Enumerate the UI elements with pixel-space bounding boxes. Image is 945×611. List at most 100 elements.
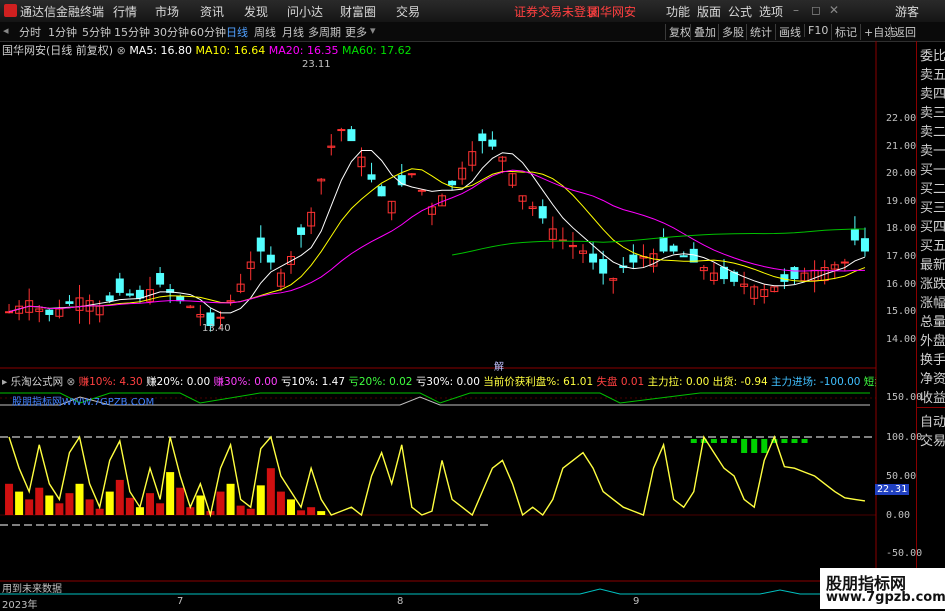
window-stock-name: 国华网安 bbox=[588, 5, 637, 19]
watermark: 股朋指标网 www.7gpzb.com bbox=[820, 568, 945, 609]
menu-quotes[interactable]: 行情 bbox=[113, 3, 137, 20]
side-item[interactable]: 卖四 bbox=[920, 83, 945, 102]
side-item[interactable]: 涨跌 bbox=[920, 273, 945, 292]
side-item[interactable]: 卖三 bbox=[920, 102, 945, 121]
maximize-icon[interactable]: ◻ bbox=[811, 3, 821, 17]
indicator-name[interactable]: 乐淘公式网 bbox=[11, 376, 64, 388]
settings-icon[interactable]: ⊗ bbox=[66, 376, 75, 388]
candles bbox=[5, 126, 869, 332]
side-item[interactable]: 买二 bbox=[920, 178, 945, 197]
side-item[interactable]: 买一 bbox=[920, 159, 945, 178]
side-item[interactable]: 卖一 bbox=[920, 140, 945, 159]
price-tick: 16.00 bbox=[886, 279, 917, 290]
indicator-bar bbox=[85, 499, 94, 515]
candle-body bbox=[337, 129, 346, 132]
menu-wealth[interactable]: 财富圈 bbox=[340, 3, 376, 20]
btn-stats[interactable]: 统计 bbox=[746, 24, 772, 40]
btn-f10[interactable]: F10 bbox=[804, 24, 828, 37]
sell-signal-bar bbox=[741, 439, 748, 453]
candle-body bbox=[448, 180, 457, 186]
indicator-bar bbox=[5, 483, 14, 515]
side-item[interactable]: 买五 bbox=[920, 235, 945, 254]
candle-body bbox=[65, 301, 74, 304]
ma20-label: MA20: 16.35 bbox=[268, 44, 339, 57]
menu-trade[interactable]: 交易 bbox=[396, 3, 420, 20]
side-item[interactable]: 净资 bbox=[920, 368, 945, 387]
btn-draw[interactable]: 画线 bbox=[775, 24, 801, 40]
period-week[interactable]: 周线 bbox=[254, 24, 276, 40]
side-item[interactable]: 买三 bbox=[920, 197, 945, 216]
moving-averages bbox=[8, 150, 866, 314]
period-tick[interactable]: 分时 bbox=[19, 24, 41, 40]
menu-market[interactable]: 市场 bbox=[155, 3, 179, 20]
period-more[interactable]: 更多 bbox=[345, 24, 367, 40]
period-month[interactable]: 月线 bbox=[282, 24, 304, 40]
btn-adjust[interactable]: 复权 bbox=[665, 24, 691, 40]
more-dropdown-icon[interactable]: ▾ bbox=[370, 24, 376, 37]
side-item[interactable]: 卖五 bbox=[920, 64, 945, 83]
indicator-bar bbox=[297, 510, 306, 515]
side-item[interactable]: 委比 bbox=[920, 45, 945, 64]
indicator-bar bbox=[146, 493, 155, 515]
price-tick: 14.00 bbox=[886, 334, 917, 345]
side-item[interactable]: 换手 bbox=[920, 349, 945, 368]
app-logo-icon bbox=[4, 4, 17, 17]
menu-news[interactable]: 资讯 bbox=[200, 3, 224, 20]
indicator-value: 当前价获利盘%: 61.01 bbox=[483, 376, 597, 388]
side-auto[interactable]: 自动 bbox=[920, 411, 945, 430]
side-trade[interactable]: 交易 bbox=[920, 430, 945, 449]
period-5min[interactable]: 5分钟 bbox=[82, 24, 111, 40]
period-60min[interactable]: 60分钟 bbox=[190, 24, 226, 40]
settings-icon[interactable]: ⊗ bbox=[117, 44, 126, 57]
indicator-bar bbox=[115, 479, 124, 515]
side-item[interactable]: 外盘 bbox=[920, 330, 945, 349]
menu-discover[interactable]: 发现 bbox=[244, 3, 268, 20]
side-item[interactable]: 卖二 bbox=[920, 121, 945, 140]
ma5-label: MA5: 16.80 bbox=[129, 44, 193, 57]
minimize-icon[interactable]: – bbox=[793, 3, 799, 17]
login-warning[interactable]: 证券交易未登录 bbox=[514, 3, 598, 20]
ma60-label: MA60: 17.62 bbox=[341, 44, 412, 57]
price-tick: 20.00 bbox=[886, 168, 917, 179]
chart-area[interactable] bbox=[0, 41, 916, 609]
side-item[interactable]: 最新 bbox=[920, 254, 945, 273]
menu-layout[interactable]: 版面 bbox=[697, 3, 721, 20]
prev-icon[interactable]: ◂ bbox=[3, 24, 9, 37]
side-item[interactable]: 涨幅 bbox=[920, 292, 945, 311]
guest-label[interactable]: 游客 bbox=[895, 3, 919, 20]
indicator-value: 赚20%: 0.00 bbox=[146, 376, 214, 388]
menu-ask[interactable]: 问小达 bbox=[287, 3, 323, 20]
sell-signal-bar bbox=[690, 439, 697, 443]
info-line: 国华网安(日线 前复权) ⊗ MA5: 16.80 MA10: 16.64 MA… bbox=[2, 42, 412, 58]
ind-tick: 50.00 bbox=[886, 471, 917, 482]
menu-formula[interactable]: 公式 bbox=[728, 3, 752, 20]
period-30min[interactable]: 30分钟 bbox=[153, 24, 189, 40]
period-day[interactable]: 日线 bbox=[226, 24, 248, 40]
indicator-value: 出货: -0.94 bbox=[712, 376, 772, 388]
sell-signal-bar bbox=[801, 439, 808, 443]
btn-overlay[interactable]: 叠加 bbox=[690, 24, 716, 40]
sell-signal-bar bbox=[710, 439, 717, 443]
price-tick: 18.00 bbox=[886, 223, 917, 234]
expand-icon[interactable]: ▸ bbox=[2, 376, 7, 388]
side-item[interactable]: 收益 bbox=[920, 387, 945, 406]
candle-body bbox=[176, 295, 185, 302]
indicator-value: 赚30%: 0.00 bbox=[213, 376, 281, 388]
period-15min[interactable]: 15分钟 bbox=[114, 24, 150, 40]
side-item[interactable]: 买四 bbox=[920, 216, 945, 235]
side-item[interactable]: 总量 bbox=[920, 311, 945, 330]
sell-signal-bar bbox=[720, 439, 727, 443]
btn-back[interactable]: 返回 bbox=[890, 24, 916, 40]
menu-options[interactable]: 选项 bbox=[759, 3, 783, 20]
btn-mark[interactable]: 标记 bbox=[831, 24, 857, 40]
menu-function[interactable]: 功能 bbox=[666, 3, 690, 20]
close-icon[interactable]: ✕ bbox=[829, 3, 839, 17]
period-multi[interactable]: 多周期 bbox=[308, 24, 341, 40]
indicator-bar bbox=[276, 491, 285, 515]
price-tick: 15.00 bbox=[886, 306, 917, 317]
candle-body bbox=[679, 255, 688, 258]
period-1min[interactable]: 1分钟 bbox=[48, 24, 77, 40]
indicator-header: ▸ 乐淘公式网 ⊗ 赚10%: 4.30 赚20%: 0.00 赚30%: 0.… bbox=[2, 374, 876, 389]
candle-body bbox=[135, 289, 144, 299]
btn-multistock[interactable]: 多股 bbox=[718, 24, 744, 40]
